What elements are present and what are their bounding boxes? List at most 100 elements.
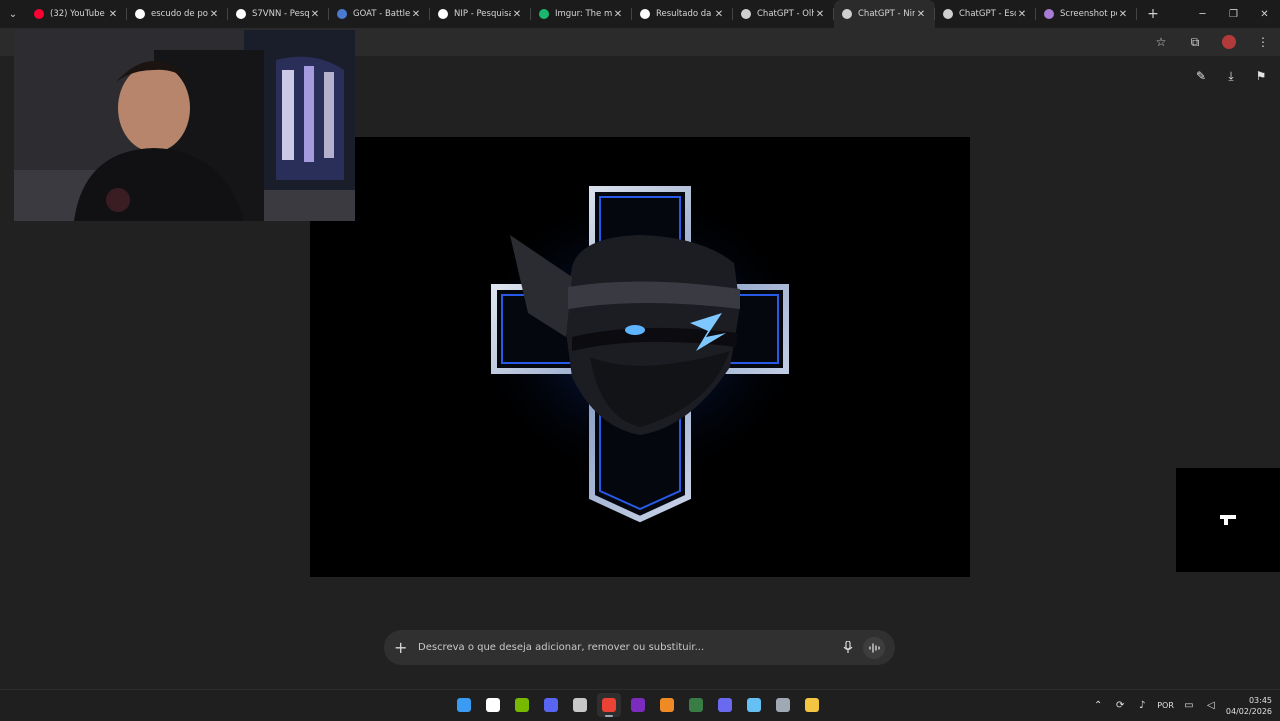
app-glyph — [805, 698, 819, 712]
app-glyph — [689, 698, 703, 712]
browser-tab[interactable]: NIP - Pesquisa ✕ — [430, 0, 531, 28]
volume-icon[interactable]: ◁ — [1204, 700, 1218, 711]
close-tab-icon[interactable]: ✕ — [814, 9, 826, 20]
close-window-button[interactable]: ✕ — [1249, 0, 1280, 28]
google-icon — [640, 9, 650, 19]
browser-tab[interactable]: S7VNN - Pesqu ✕ — [228, 0, 329, 28]
steam-icon[interactable] — [742, 693, 766, 717]
app-glyph — [602, 698, 616, 712]
tab-title: escudo de por — [151, 9, 208, 19]
keyboard-icon[interactable] — [713, 693, 737, 717]
settings-icon — [337, 9, 347, 19]
network-sync-icon[interactable]: ⟳ — [1113, 700, 1127, 711]
search-icon[interactable] — [481, 693, 505, 717]
download-icon[interactable]: ⤓ — [1222, 66, 1240, 86]
close-tab-icon[interactable]: ✕ — [915, 9, 927, 20]
image-thumbnail[interactable] — [1176, 468, 1280, 572]
ninja-cross-logo — [470, 186, 810, 523]
close-tab-icon[interactable]: ✕ — [410, 9, 422, 20]
google-icon — [438, 9, 448, 19]
browser-tab[interactable]: (32) YouTube ✕ — [26, 0, 127, 28]
xbox-icon[interactable] — [684, 693, 708, 717]
voice-mode-icon[interactable] — [863, 636, 885, 659]
chevron-up-icon[interactable]: ⌃ — [1091, 700, 1105, 711]
app-glyph — [544, 698, 558, 712]
thumbnail-logo-icon — [1220, 515, 1236, 525]
tab-title: Imgur: The ma — [555, 9, 612, 19]
clock[interactable]: 03:45 04/02/2026 — [1226, 695, 1272, 717]
language-indicator[interactable]: POR — [1157, 701, 1174, 710]
tab-title: GOAT - Battle — [353, 9, 410, 19]
microphone-tray-icon[interactable]: ♪ — [1135, 700, 1149, 711]
browser-tab[interactable]: ChatGPT - Escu✕ — [935, 0, 1036, 28]
close-tab-icon[interactable]: ✕ — [511, 9, 523, 20]
webcam-feed-image — [14, 30, 355, 221]
pen-icon — [1044, 9, 1054, 19]
close-tab-icon[interactable]: ✕ — [309, 9, 321, 20]
minimize-button[interactable]: ─ — [1187, 0, 1218, 28]
clock-date: 04/02/2026 — [1225, 706, 1272, 716]
image-editor-actions: ✎ ⤓ ⚑ — [1192, 66, 1270, 86]
discord-icon[interactable] — [539, 693, 563, 717]
tab-title: S7VNN - Pesqu — [252, 9, 309, 19]
browser-tab[interactable]: Resultado da P ✕ — [632, 0, 733, 28]
bookmark-star-icon[interactable]: ☆ — [1148, 29, 1174, 55]
browser-tab-strip: ⌄ (32) YouTube ✕ escudo de por ✕ S7VNN - Pes… — [0, 0, 1280, 28]
clock-icon[interactable] — [568, 693, 592, 717]
image-edit-prompt-input[interactable] — [418, 642, 833, 653]
close-tab-icon[interactable]: ✕ — [1117, 9, 1129, 20]
app-glyph — [718, 698, 732, 712]
browser-tab[interactable]: escudo de por ✕ — [127, 0, 228, 28]
google-icon — [236, 9, 246, 19]
nvidia-icon[interactable] — [510, 693, 534, 717]
tab-title: ChatGPT - Escu — [959, 9, 1016, 19]
app-glyph — [457, 698, 471, 712]
tab-divider — [1136, 8, 1137, 20]
settings-icon[interactable] — [771, 693, 795, 717]
close-tab-icon[interactable]: ✕ — [1016, 9, 1028, 20]
tab-title: (32) YouTube — [50, 9, 105, 19]
flag-icon[interactable]: ⚑ — [1252, 66, 1270, 86]
clock-time: 03:45 — [1248, 695, 1272, 705]
address-bar[interactable] — [330, 31, 1150, 53]
browser-tab[interactable]: ChatGPT - Ninj ✕ — [834, 0, 935, 28]
microphone-icon[interactable] — [839, 639, 857, 657]
extensions-icon[interactable]: ⧉ — [1182, 29, 1208, 55]
restore-button[interactable]: ❐ — [1218, 0, 1249, 28]
tab-list: (32) YouTube ✕ escudo de por ✕ S7VNN - Pesqu… — [26, 0, 1137, 28]
system-tray: ⌃ ⟳ ♪ POR ▭ ◁ 03:45 04/02/2026 — [1091, 690, 1272, 721]
nzxt-icon[interactable] — [626, 693, 650, 717]
windows-taskbar: ⌃ ⟳ ♪ POR ▭ ◁ 03:45 04/02/2026 — [0, 689, 1280, 720]
chatgpt-icon — [842, 9, 852, 19]
close-tab-icon[interactable]: ✕ — [208, 9, 220, 20]
browser-menu-icon[interactable]: ⋮ — [1250, 29, 1276, 55]
close-tab-icon[interactable]: ✕ — [713, 9, 725, 20]
browser-tab[interactable]: GOAT - Battle ✕ — [329, 0, 430, 28]
windows-start-icon[interactable] — [452, 693, 476, 717]
webcam-overlay — [14, 30, 355, 221]
chrome-icon[interactable] — [597, 693, 621, 717]
app-glyph — [776, 698, 790, 712]
app-glyph — [631, 698, 645, 712]
profile-avatar[interactable] — [1216, 29, 1242, 55]
generated-image[interactable] — [310, 137, 970, 577]
new-tab-button[interactable]: + — [1141, 6, 1165, 22]
add-attachment-icon[interactable]: + — [394, 639, 410, 656]
app-glyph — [486, 698, 500, 712]
browser-tab[interactable]: Imgur: The ma ✕ — [531, 0, 632, 28]
file-explorer-icon[interactable] — [800, 693, 824, 717]
youtube-icon — [34, 9, 44, 19]
app-a-icon[interactable] — [655, 693, 679, 717]
tab-title: NIP - Pesquisa — [454, 9, 511, 19]
tab-title: ChatGPT - Ninj — [858, 9, 915, 19]
image-edit-prompt-bar: + — [384, 630, 895, 665]
close-tab-icon[interactable]: ✕ — [612, 9, 624, 20]
tab-search-icon[interactable]: ⌄ — [0, 0, 26, 28]
display-icon[interactable]: ▭ — [1182, 700, 1196, 711]
browser-tab[interactable]: ChatGPT - Olh ✕ — [733, 0, 834, 28]
edit-icon[interactable]: ✎ — [1192, 66, 1210, 86]
app-glyph — [573, 698, 587, 712]
close-tab-icon[interactable]: ✕ — [107, 9, 119, 20]
tab-title: ChatGPT - Olh — [757, 9, 814, 19]
browser-tab[interactable]: Screenshot po ✕ — [1036, 0, 1137, 28]
